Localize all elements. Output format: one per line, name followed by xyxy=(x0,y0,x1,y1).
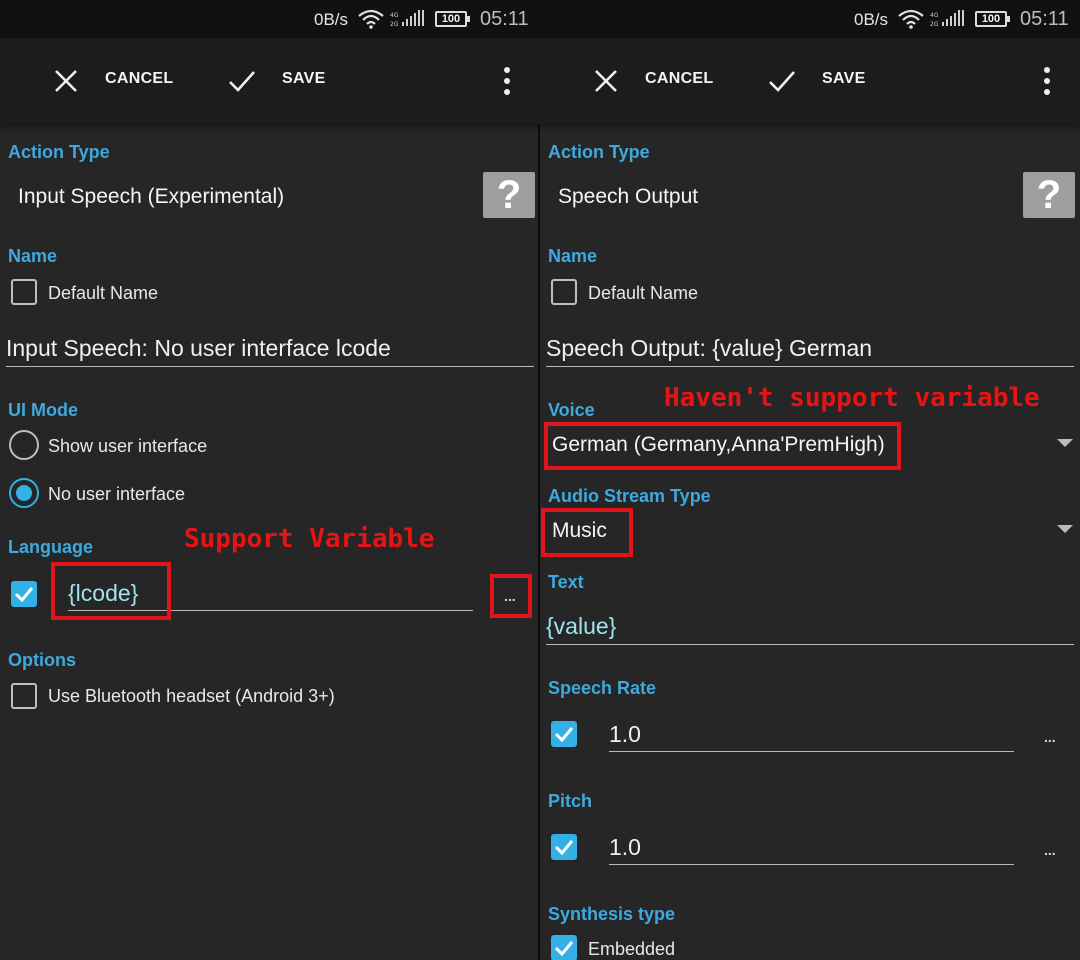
default-name-checkbox[interactable] xyxy=(551,279,577,305)
status-bar: 0B/s 4G 2G 100 05:11 xyxy=(0,0,540,38)
more-options-icon[interactable] xyxy=(501,65,513,97)
no-variable-support-annotation: Haven't support variable xyxy=(664,383,1040,413)
chevron-down-icon[interactable] xyxy=(1057,525,1073,533)
name-label: Name xyxy=(548,246,598,266)
clock: 05:11 xyxy=(480,8,529,30)
save-button[interactable]: SAVE xyxy=(282,70,326,88)
network-speed: 0B/s xyxy=(854,10,889,29)
close-icon[interactable] xyxy=(592,67,620,95)
right-screen: 0B/s 4G 2G 100 05:11 CANCEL SAVE Action xyxy=(540,0,1080,960)
signal-icon: 4G 2G xyxy=(930,10,964,28)
no-ui-radio[interactable] xyxy=(9,478,39,508)
chevron-down-icon[interactable] xyxy=(1057,439,1073,447)
checkmark-icon xyxy=(14,587,34,603)
default-name-checkbox[interactable] xyxy=(11,279,37,305)
network-speed: 0B/s xyxy=(314,10,349,29)
svg-text:2G: 2G xyxy=(930,21,939,28)
checkmark-icon xyxy=(554,840,574,856)
speech-rate-checkbox[interactable] xyxy=(551,721,577,747)
pitch-label: Pitch xyxy=(548,791,593,811)
language-checkbox[interactable] xyxy=(11,581,37,607)
speech-rate-input[interactable]: 1.0 xyxy=(609,721,641,748)
highlight-box xyxy=(544,422,901,470)
battery-icon: 100 xyxy=(975,11,1010,27)
ui-mode-label: UI Mode xyxy=(8,400,78,420)
action-toolbar: CANCEL SAVE xyxy=(0,38,540,124)
check-icon[interactable] xyxy=(768,67,796,95)
signal-icon: 4G 2G xyxy=(390,10,424,28)
text-label: Text xyxy=(548,572,584,592)
show-ui-radio[interactable] xyxy=(9,430,39,460)
action-type-label: Action Type xyxy=(548,142,650,162)
pitch-variable-button[interactable]: ... xyxy=(1044,842,1056,858)
checkmark-icon xyxy=(554,941,574,957)
voice-label: Voice xyxy=(548,400,595,420)
cancel-button[interactable]: CANCEL xyxy=(645,70,713,88)
default-name-label: Default Name xyxy=(48,283,159,303)
text-input[interactable]: {value} xyxy=(546,613,616,640)
pitch-underline xyxy=(609,864,1014,865)
help-button[interactable]: ? xyxy=(483,172,535,218)
pitch-checkbox[interactable] xyxy=(551,834,577,860)
speech-rate-variable-button[interactable]: ... xyxy=(1044,729,1056,745)
audio-stream-label: Audio Stream Type xyxy=(548,486,711,506)
no-ui-option-label: No user interface xyxy=(48,484,186,504)
save-button[interactable]: SAVE xyxy=(822,70,866,88)
bluetooth-label: Use Bluetooth headset (Android 3+) xyxy=(48,686,335,706)
action-toolbar: CANCEL SAVE xyxy=(540,38,1080,124)
help-button[interactable]: ? xyxy=(1023,172,1075,218)
wifi-icon xyxy=(898,9,924,29)
svg-text:4G: 4G xyxy=(390,12,399,19)
name-label: Name xyxy=(8,246,58,266)
highlight-box xyxy=(541,508,633,557)
check-icon[interactable] xyxy=(228,67,256,95)
status-bar: 0B/s 4G 2G 100 05:11 xyxy=(540,0,1080,38)
action-type-label: Action Type xyxy=(8,142,110,162)
left-screen: 0B/s 4G 2G 100 05:11 CANCEL SAVE Action xyxy=(0,0,540,960)
default-name-label: Default Name xyxy=(588,283,699,303)
name-input-underline xyxy=(6,366,534,367)
action-type-value: Speech Output xyxy=(558,185,699,208)
highlight-box xyxy=(51,562,171,620)
speech-rate-label: Speech Rate xyxy=(548,678,657,698)
language-label: Language xyxy=(8,537,94,557)
close-icon[interactable] xyxy=(52,67,80,95)
svg-text:4G: 4G xyxy=(930,12,939,19)
cancel-button[interactable]: CANCEL xyxy=(105,70,173,88)
name-input-underline xyxy=(546,366,1074,367)
synthesis-type-value: Embedded xyxy=(588,939,676,959)
action-type-value: Input Speech (Experimental) xyxy=(18,185,285,208)
bluetooth-checkbox[interactable] xyxy=(11,683,37,709)
options-label: Options xyxy=(8,650,76,670)
svg-text:2G: 2G xyxy=(390,21,399,28)
more-options-icon[interactable] xyxy=(1041,65,1053,97)
show-ui-option-label: Show user interface xyxy=(48,436,208,456)
wifi-icon xyxy=(358,9,384,29)
speech-rate-underline xyxy=(609,751,1014,752)
checkmark-icon xyxy=(554,727,574,743)
support-variable-annotation: Support Variable xyxy=(184,524,435,554)
pitch-input[interactable]: 1.0 xyxy=(609,834,641,861)
name-input[interactable]: Input Speech: No user interface lcode xyxy=(6,335,391,362)
text-input-underline xyxy=(546,644,1074,645)
synthesis-checkbox[interactable] xyxy=(551,935,577,960)
synthesis-type-label: Synthesis type xyxy=(548,904,676,924)
battery-icon: 100 xyxy=(435,11,470,27)
highlight-box xyxy=(490,574,532,618)
name-input[interactable]: Speech Output: {value} German xyxy=(546,335,872,362)
clock: 05:11 xyxy=(1020,8,1069,30)
